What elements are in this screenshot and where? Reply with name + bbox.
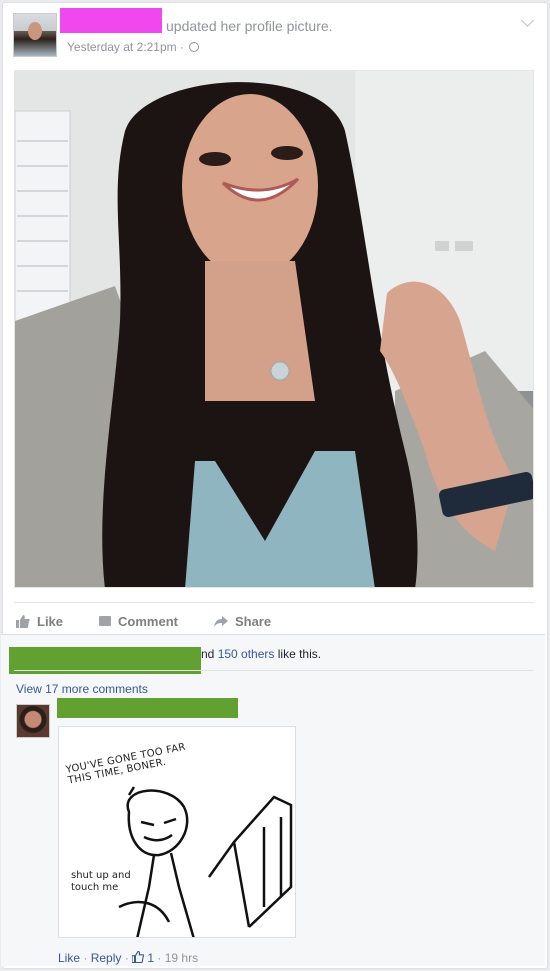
- post-timestamp[interactable]: Yesterday at 2:21pm ·: [67, 40, 200, 54]
- comment-time[interactable]: 19 hrs: [165, 951, 198, 965]
- comment-footer: Like · Reply · 1 · 19 hrs: [58, 951, 198, 965]
- share-icon: [213, 615, 228, 627]
- separator: ·: [80, 951, 91, 965]
- like-count-icon: [132, 951, 145, 963]
- poster-avatar[interactable]: [13, 13, 57, 57]
- timestamp-text[interactable]: Yesterday at 2:21pm ·: [67, 40, 187, 54]
- globe-icon: [189, 42, 200, 52]
- comment-button[interactable]: Comment: [99, 611, 178, 631]
- post-action-text: updated her profile picture.: [166, 18, 333, 34]
- likes-summary: nd 150 others like this.: [201, 647, 321, 661]
- like-button[interactable]: Like: [16, 611, 63, 631]
- share-label: Share: [234, 613, 272, 629]
- comment-icon: [99, 616, 112, 626]
- share-button[interactable]: Share: [213, 611, 272, 631]
- like-label: Like: [37, 613, 64, 629]
- comment-reply-link[interactable]: Reply: [91, 951, 122, 965]
- comment-like-link[interactable]: Like: [58, 951, 80, 965]
- comment-label: Comment: [118, 613, 178, 629]
- redacted-commenter-name[interactable]: [57, 698, 238, 718]
- commenter-avatar[interactable]: [16, 704, 50, 738]
- likes-others-link[interactable]: 150 others: [218, 647, 275, 661]
- meme-drawing: [118, 786, 293, 937]
- likes-prefix: nd: [201, 647, 218, 661]
- meme-bottom-text: shut up and touch me: [71, 870, 131, 893]
- separator: ·: [154, 951, 165, 965]
- redacted-poster-name[interactable]: [60, 8, 162, 33]
- divider: [14, 670, 534, 671]
- view-more-comments-link[interactable]: View 17 more comments: [16, 682, 148, 696]
- thumbs-up-icon: [16, 614, 30, 628]
- profile-photo[interactable]: [14, 70, 534, 588]
- meme-image[interactable]: YOU'VE GONE TOO FAR THIS TIME, BONER. sh…: [58, 726, 296, 938]
- post-action-bar: Like Comment Share: [16, 611, 307, 631]
- separator: ·: [121, 951, 133, 965]
- divider: [14, 602, 534, 603]
- likes-suffix: like this.: [274, 647, 322, 661]
